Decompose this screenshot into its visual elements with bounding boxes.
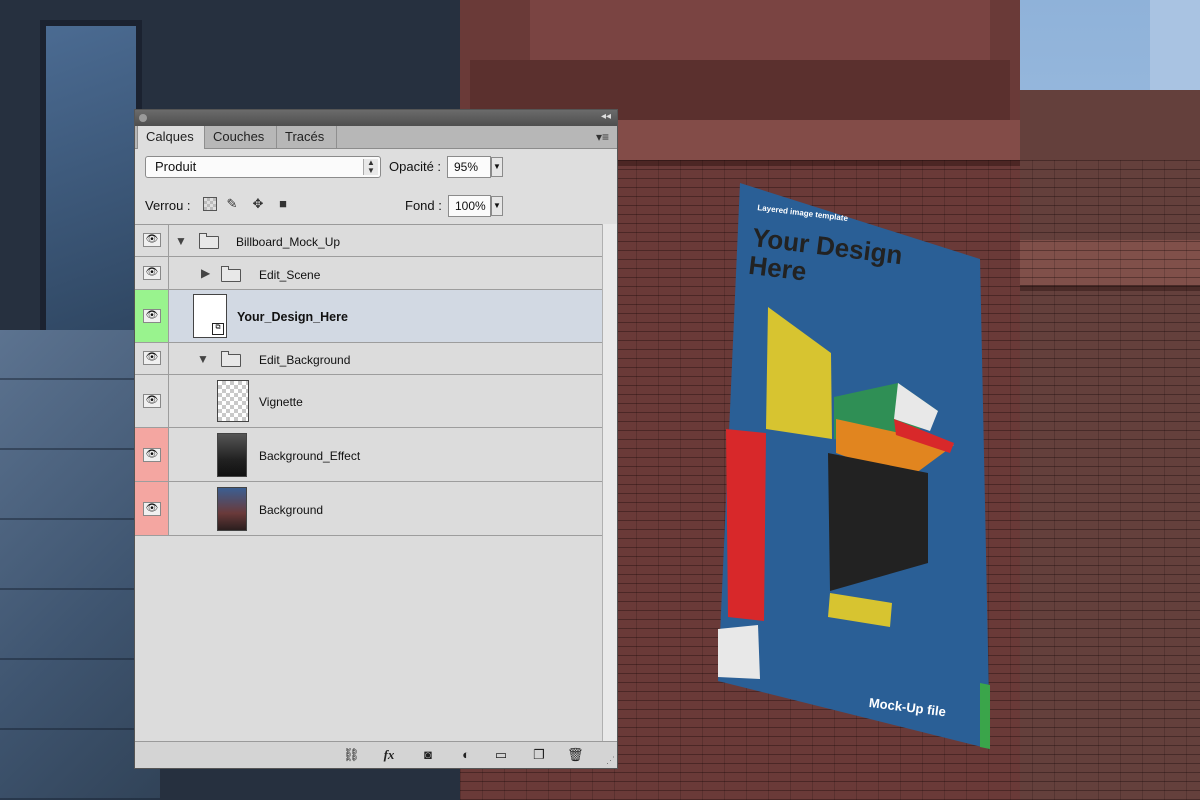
opacity-value: 95%	[454, 160, 479, 174]
layer-row[interactable]: 👁 ▶ Edit_Scene	[135, 257, 605, 290]
tab-couches[interactable]: Couches	[205, 126, 277, 148]
blend-mode-value: Produit	[155, 159, 197, 174]
smart-object-icon: ⧉	[212, 323, 224, 335]
lock-row: Verrou : ✎ ✥ ■ Fond : 100% ▼	[135, 192, 619, 220]
close-icon[interactable]	[139, 114, 147, 122]
layers-list: 👁 ▼ Billboard_Mock_Up 👁 ▶ Edit_Scene 👁 ⧉…	[135, 224, 605, 745]
eye-icon[interactable]: 👁	[143, 448, 161, 462]
layer-thumbnail	[217, 433, 247, 477]
panel-tabbar: Calques Couches Tracés ▾≡	[135, 126, 617, 149]
collapse-icon[interactable]: ◂◂	[601, 111, 611, 122]
layer-row-selected[interactable]: 👁 ⧉ Your_Design_Here	[135, 290, 605, 343]
select-arrows-icon: ▲ ▼	[363, 159, 378, 175]
folder-icon	[221, 351, 241, 367]
folder-icon	[199, 233, 219, 249]
layer-name: Vignette	[259, 395, 303, 409]
tab-calques[interactable]: Calques	[137, 126, 205, 149]
expand-down-icon[interactable]: ▼	[175, 234, 187, 248]
fill-dropdown-icon[interactable]: ▼	[491, 196, 503, 216]
tab-traces[interactable]: Tracés	[277, 126, 337, 148]
opacity-field[interactable]: 95% ▼	[447, 156, 503, 178]
folder-icon	[221, 266, 241, 282]
fill-label: Fond :	[405, 198, 442, 213]
opacity-dropdown-icon[interactable]: ▼	[491, 157, 503, 177]
layer-name: Billboard_Mock_Up	[236, 235, 341, 249]
lock-pixels-icon[interactable]: ✎	[225, 197, 239, 211]
lock-transparency-icon[interactable]	[203, 197, 217, 211]
fill-field[interactable]: 100% ▼	[448, 195, 503, 217]
panel-footer: ⛓ fx ◙ ◐ ▭ ❐ 🗑 ⋰	[135, 741, 617, 768]
layers-scrollbar[interactable]	[602, 224, 617, 744]
eye-icon[interactable]: 👁	[143, 266, 161, 280]
layer-thumbnail	[217, 380, 249, 422]
fill-value: 100%	[455, 199, 486, 213]
layer-row[interactable]: 👁 Background	[135, 482, 605, 536]
layers-panel: ◂◂ Calques Couches Tracés ▾≡ Produit ▲ ▼ …	[134, 109, 618, 769]
lock-label: Verrou :	[145, 198, 191, 213]
layer-name: Background_Effect	[259, 449, 361, 463]
layer-name: Background	[259, 503, 324, 517]
eye-icon[interactable]: 👁	[143, 502, 161, 516]
layer-name: Edit_Background	[259, 353, 351, 367]
panel-titlebar[interactable]: ◂◂	[135, 110, 617, 126]
eye-icon[interactable]: 👁	[143, 233, 161, 247]
layer-row[interactable]: 👁 ▼ Billboard_Mock_Up	[135, 225, 605, 257]
expand-right-icon[interactable]: ▶	[201, 266, 210, 280]
billboard-poster: Layered image template Your Design Here …	[718, 183, 994, 749]
expand-down-icon[interactable]: ▼	[197, 352, 209, 366]
resize-grip-icon[interactable]: ⋰	[606, 755, 615, 766]
layer-row[interactable]: 👁 ▼ Edit_Background	[135, 343, 605, 375]
blend-mode-select[interactable]: Produit ▲ ▼	[145, 156, 381, 178]
layer-name: Edit_Scene	[259, 268, 321, 282]
eye-icon[interactable]: 👁	[143, 309, 161, 323]
mask-icon[interactable]: ◙	[420, 747, 436, 763]
fx-icon[interactable]: fx	[381, 747, 397, 763]
eye-icon[interactable]: 👁	[143, 394, 161, 408]
lock-all-icon[interactable]: ■	[276, 197, 290, 211]
eye-icon[interactable]: 👁	[143, 351, 161, 365]
new-layer-icon[interactable]: ❐	[531, 747, 547, 763]
layer-thumbnail	[217, 487, 247, 531]
opacity-label: Opacité :	[389, 159, 442, 174]
layer-name: Your_Design_Here	[237, 310, 348, 324]
layer-row[interactable]: 👁 Vignette	[135, 375, 605, 428]
link-icon[interactable]: ⛓	[343, 747, 360, 763]
trash-icon[interactable]: 🗑	[567, 747, 584, 763]
layer-row[interactable]: 👁 Background_Effect	[135, 428, 605, 482]
panel-menu-icon[interactable]: ▾≡	[596, 130, 609, 144]
adjustment-icon[interactable]: ◐	[458, 747, 474, 763]
blend-row: Produit ▲ ▼ Opacité : 95% ▼	[135, 152, 619, 182]
new-group-icon[interactable]: ▭	[493, 747, 509, 763]
layer-thumbnail: ⧉	[193, 294, 227, 338]
left-window	[40, 20, 142, 352]
lock-position-icon[interactable]: ✥	[251, 197, 265, 211]
